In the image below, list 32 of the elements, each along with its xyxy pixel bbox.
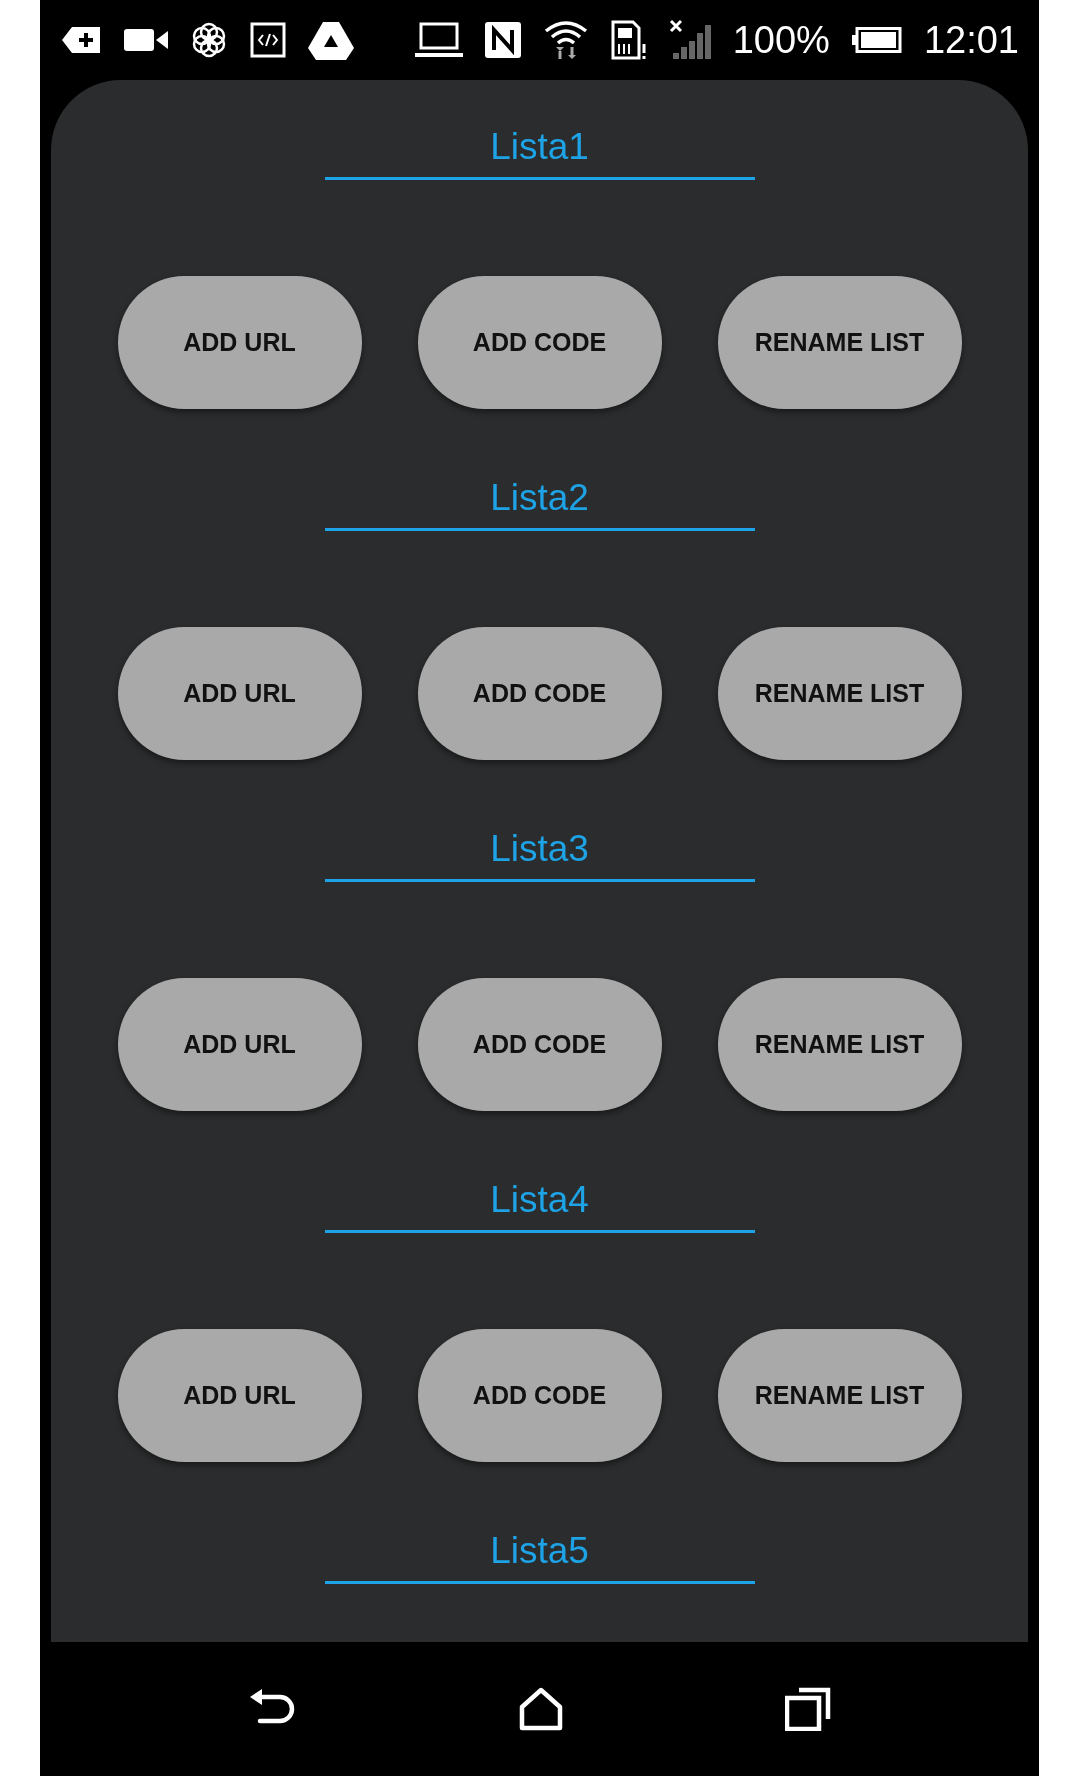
action-button[interactable]: ADD URL — [117, 276, 362, 409]
list-name-field[interactable]: Lista2 — [324, 476, 755, 531]
wifi-icon — [542, 19, 589, 61]
action-button[interactable]: RENAME LIST — [717, 276, 962, 409]
flower-icon — [190, 21, 228, 59]
video-camera-icon — [124, 27, 168, 53]
code-icon — [250, 22, 286, 58]
action-button[interactable]: RENAME LIST — [717, 627, 962, 760]
battery-icon — [851, 27, 902, 53]
sim-card-icon — [610, 20, 647, 60]
battery-percent: 100% — [732, 18, 830, 62]
drive-icon — [308, 20, 354, 60]
tag-plus-icon — [62, 25, 102, 55]
action-button[interactable]: ADD CODE — [417, 276, 662, 409]
list-name-field[interactable]: Lista4 — [324, 1178, 755, 1233]
list-name-field[interactable]: Lista1 — [324, 125, 755, 180]
recent-apps-icon[interactable] — [785, 1687, 831, 1731]
action-button[interactable]: ADD URL — [117, 627, 362, 760]
action-button[interactable]: ADD URL — [117, 978, 362, 1111]
action-button[interactable]: ADD CODE — [417, 978, 662, 1111]
home-icon[interactable] — [518, 1687, 563, 1731]
clock-time: 12:01 — [923, 18, 1019, 62]
laptop-icon — [414, 22, 463, 58]
action-button[interactable]: ADD CODE — [417, 1329, 662, 1462]
list-name-field[interactable]: Lista5 — [324, 1529, 755, 1584]
nfc-icon — [484, 22, 521, 58]
list-name-field[interactable]: Lista3 — [324, 827, 755, 882]
action-button[interactable]: RENAME LIST — [717, 1329, 962, 1462]
action-button[interactable]: ADD CODE — [417, 627, 662, 760]
action-button[interactable]: RENAME LIST — [717, 978, 962, 1111]
action-button[interactable]: ADD URL — [117, 1329, 362, 1462]
no-signal-icon — [668, 19, 711, 61]
